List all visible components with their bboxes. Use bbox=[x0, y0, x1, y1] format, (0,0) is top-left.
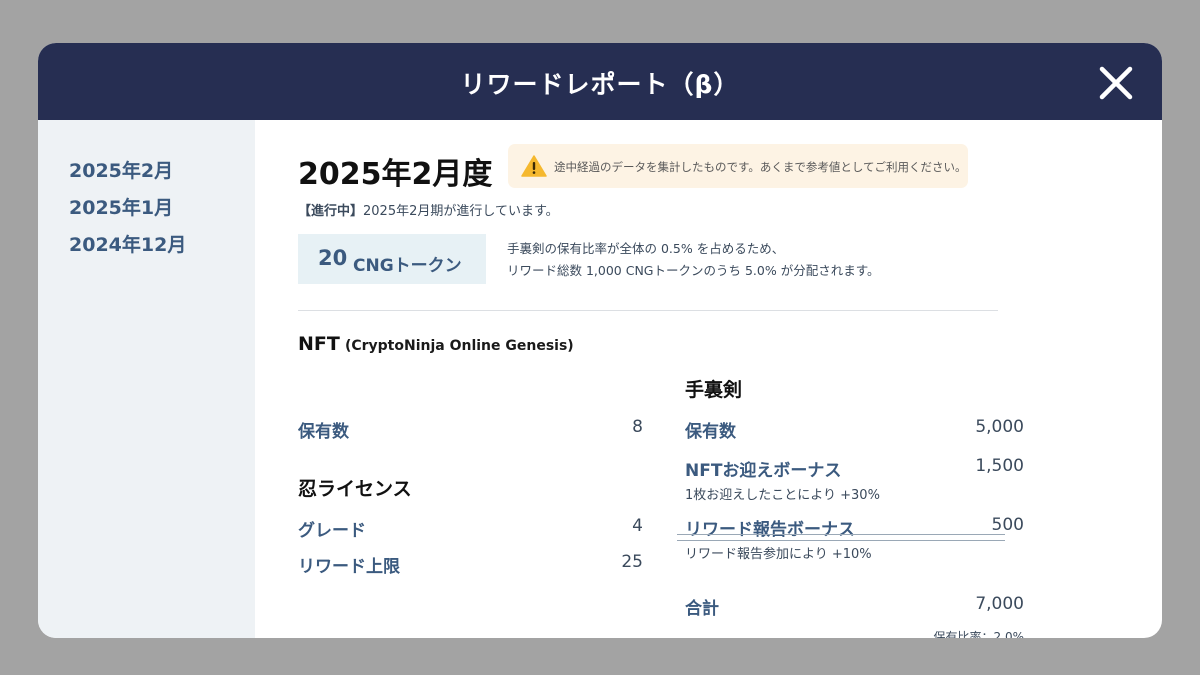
divider bbox=[298, 310, 998, 311]
token-amount: 20 bbox=[318, 246, 348, 270]
nft-title: NFT bbox=[298, 333, 340, 355]
report-bonus-note: リワード報告参加により +10% bbox=[685, 547, 872, 562]
nft-bonus-value: 1,500 bbox=[975, 456, 1024, 476]
warning-banner: 途中経過のデータを集計したものです。あくまで参考値としてご利用ください。 bbox=[508, 144, 968, 188]
license-grade-value: 4 bbox=[632, 516, 643, 536]
modal-header: リワードレポート（β） bbox=[38, 43, 1162, 120]
token-unit: CNGトークン bbox=[353, 256, 462, 276]
sidebar-item-2025-01[interactable]: 2025年1月 bbox=[69, 193, 173, 220]
nft-holdings-label: 保有数 bbox=[298, 422, 349, 442]
sidebar-item-2025-02[interactable]: 2025年2月 bbox=[69, 156, 173, 183]
month-sidebar: 2025年2月 2025年1月 2024年12月 bbox=[38, 120, 255, 638]
shuriken-holdings-label: 保有数 bbox=[685, 422, 736, 442]
shuriken-holdings-value: 5,000 bbox=[975, 417, 1024, 437]
total-value: 7,000 bbox=[975, 594, 1024, 614]
page-title: 2025年2月度 bbox=[298, 157, 493, 192]
license-title: 忍ライセンス bbox=[298, 478, 412, 500]
token-note-line-2: リワード総数 1,000 CNGトークンのうち 5.0% が分配されます。 bbox=[507, 263, 880, 278]
close-icon bbox=[1099, 66, 1133, 100]
license-limit-label: リワード上限 bbox=[298, 557, 400, 577]
holding-ratio: 保有比率：2.0% bbox=[933, 630, 1025, 638]
warning-icon bbox=[521, 155, 547, 177]
modal-title: リワードレポート（β） bbox=[460, 70, 740, 99]
license-limit-value: 25 bbox=[621, 552, 643, 572]
nft-subtitle: (CryptoNinja Online Genesis) bbox=[344, 338, 574, 354]
warning-text: 途中経過のデータを集計したものです。あくまで参考値としてご利用ください。 bbox=[554, 160, 967, 174]
status-badge: 【進行中】 bbox=[298, 204, 364, 219]
total-label: 合計 bbox=[685, 599, 719, 619]
close-button[interactable] bbox=[1096, 63, 1136, 103]
report-content: 2025年2月度 途中経過のデータを集計したものです。あくまで参考値としてご利用… bbox=[255, 120, 1162, 638]
token-reward-box: 20 CNGトークン bbox=[298, 234, 486, 284]
license-grade-label: グレード bbox=[298, 521, 366, 541]
token-explanation: 手裏剣の保有比率が全体の 0.5% を占めるため、 リワード総数 1,000 C… bbox=[507, 238, 879, 282]
nft-bonus-label: NFTお迎えボーナス bbox=[685, 461, 842, 481]
token-note-line-1: 手裏剣の保有比率が全体の 0.5% を占めるため、 bbox=[507, 241, 785, 256]
reward-report-modal: リワードレポート（β） 2025年2月 2025年1月 2024年12月 202… bbox=[38, 43, 1162, 638]
status-line: 【進行中】2025年2月期が進行しています。 bbox=[298, 200, 559, 219]
total-divider bbox=[677, 534, 1005, 541]
sidebar-item-2024-12[interactable]: 2024年12月 bbox=[69, 230, 186, 257]
report-bonus-value: 500 bbox=[991, 515, 1024, 535]
shuriken-title: 手裏剣 bbox=[685, 379, 743, 401]
nft-section-title: NFT (CryptoNinja Online Genesis) bbox=[298, 333, 574, 355]
nft-bonus-note: 1枚お迎えしたことにより +30% bbox=[685, 488, 880, 503]
status-text: 2025年2月期が進行しています。 bbox=[363, 204, 559, 219]
nft-holdings-value: 8 bbox=[632, 417, 643, 437]
